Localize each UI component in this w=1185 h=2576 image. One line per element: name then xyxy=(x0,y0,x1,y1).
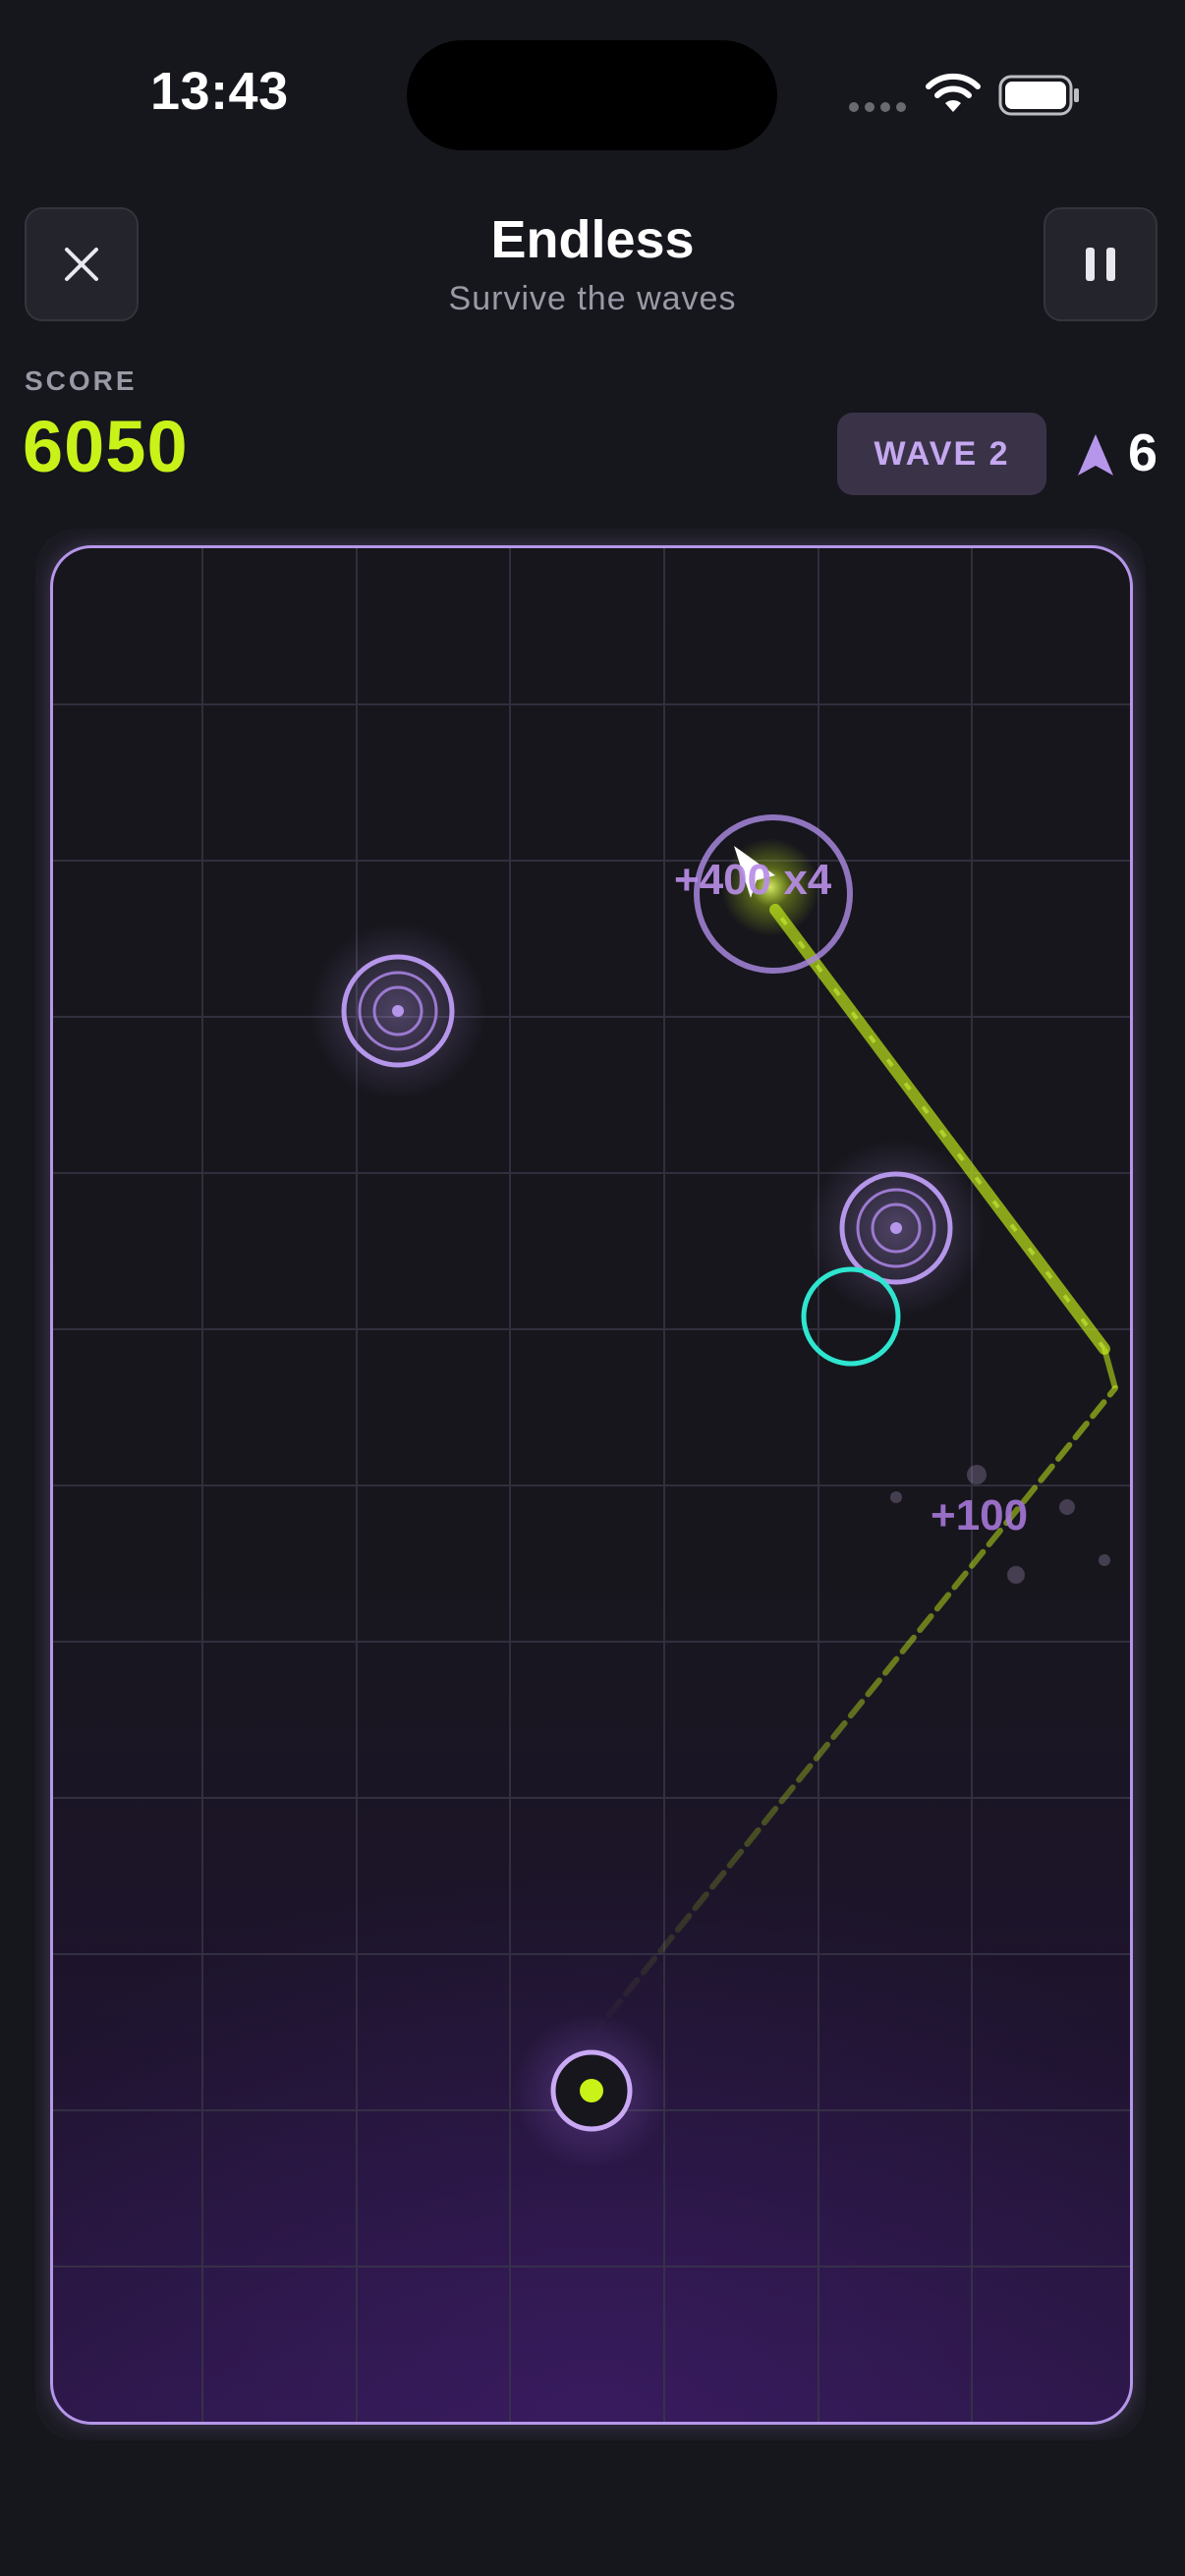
wifi-icon xyxy=(926,73,981,112)
launcher xyxy=(513,2012,670,2169)
combo-score-popup: +400 x4 xyxy=(674,856,832,904)
points-popup: +100 xyxy=(931,1491,1029,1540)
wave-badge: WAVE 2 xyxy=(837,413,1046,495)
arena-canvas xyxy=(53,548,1130,2422)
score-label: SCORE xyxy=(25,365,138,396)
arrow-shot-icon xyxy=(1078,434,1113,476)
status-time: 13:43 xyxy=(150,62,289,121)
battery-icon xyxy=(998,75,1079,116)
shots-remaining: 6 xyxy=(1128,423,1158,482)
score-value: 6050 xyxy=(23,406,189,487)
pause-button[interactable] xyxy=(1044,207,1157,321)
game-screen: 13:43 Endless Survive the waves SCORE 60… xyxy=(0,0,1185,2576)
target-ring xyxy=(310,923,486,1099)
game-mode-title: Endless xyxy=(490,210,695,269)
pause-icon xyxy=(1086,248,1115,281)
game-mode-subtitle: Survive the waves xyxy=(448,280,737,317)
shot-trail-bounce xyxy=(1101,1348,1118,1389)
game-arena[interactable]: +400 x4 +100 xyxy=(50,545,1133,2425)
dynamic-island xyxy=(407,40,777,150)
cellular-signal-icon xyxy=(849,102,906,112)
target-ring xyxy=(808,1140,985,1316)
